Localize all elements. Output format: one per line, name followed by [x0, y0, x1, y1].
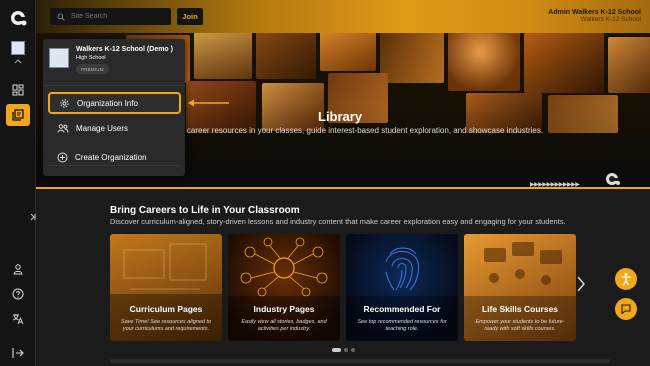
- card-industry-pages[interactable]: Industry Pages Easily view all stories, …: [228, 234, 340, 341]
- card-description: See top recommended resources for teachi…: [357, 319, 447, 332]
- users-icon: [57, 123, 69, 133]
- annotation-arrow-icon: [188, 99, 229, 107]
- carousel-next-icon[interactable]: [576, 275, 586, 293]
- card-title: Curriculum Pages: [129, 304, 203, 314]
- brand-logo-icon: [606, 173, 620, 185]
- card-description: Easily view all stories, badges, and act…: [241, 319, 327, 332]
- plus-circle-icon: [57, 152, 68, 162]
- app-logo-icon[interactable]: [6, 7, 30, 29]
- horizontal-scrollbar[interactable]: [110, 359, 610, 363]
- pager-dot[interactable]: [344, 348, 348, 352]
- page-subtitle: ign career resources in your classes, gu…: [174, 126, 544, 135]
- logout-icon[interactable]: [6, 342, 30, 364]
- page-title: Library: [318, 109, 363, 124]
- chat-button[interactable]: [615, 298, 637, 320]
- card-title: Life Skills Courses: [481, 304, 559, 314]
- admin-name: Admin Walkers K-12 School: [548, 9, 641, 16]
- card-recommended-for[interactable]: Recommended For See top recommended reso…: [346, 234, 458, 341]
- dashboard-icon[interactable]: [6, 79, 30, 101]
- plan-badge: PREMIUM: [76, 64, 109, 74]
- library-icon[interactable]: [6, 104, 30, 126]
- menu-item-create-organization[interactable]: Create Organization: [48, 146, 181, 168]
- school-level: High School: [76, 55, 106, 61]
- pager-dot[interactable]: [351, 348, 355, 352]
- search-box[interactable]: [50, 8, 171, 25]
- user-icon[interactable]: [6, 258, 30, 280]
- card-description: Empower your students to be future-ready…: [475, 319, 565, 332]
- section-subtitle: Discover curriculum-aligned, story-drive…: [110, 217, 566, 226]
- language-icon[interactable]: [6, 308, 30, 330]
- school-name: Walkers K-12 School (Demo ): [76, 46, 173, 53]
- top-header: Join Admin Walkers K-12 School Walkers K…: [36, 0, 650, 33]
- card-title: Industry Pages: [253, 304, 315, 314]
- school-logo: [49, 48, 69, 68]
- card-description: Save Time! See resources aligned to your…: [120, 319, 212, 332]
- chat-icon: [621, 304, 631, 315]
- menu-item-label: Organization Info: [77, 98, 138, 108]
- card-curriculum-pages[interactable]: Curriculum Pages Save Time! See resource…: [110, 234, 222, 341]
- accessibility-button[interactable]: [615, 268, 637, 290]
- help-icon[interactable]: [6, 283, 30, 305]
- organization-dropdown: Walkers K-12 School (Demo ) High School …: [43, 39, 185, 176]
- menu-item-label: Create Organization: [75, 152, 147, 162]
- pager-dot-active[interactable]: [332, 348, 341, 352]
- hero-accent-bar: [36, 187, 650, 189]
- accessibility-icon: [621, 273, 631, 286]
- chevron-up-icon[interactable]: [6, 54, 30, 68]
- card-life-skills-courses[interactable]: Life Skills Courses Empower your student…: [464, 234, 576, 341]
- sidebar: [0, 0, 36, 366]
- admin-school: Walkers K-12 School: [580, 16, 641, 23]
- join-button[interactable]: Join: [177, 8, 203, 25]
- gear-icon: [60, 98, 69, 108]
- menu-item-manage-users[interactable]: Manage Users: [48, 117, 181, 139]
- search-icon: [57, 12, 65, 21]
- carousel-pager: [332, 348, 355, 352]
- menu-item-label: Manage Users: [76, 123, 129, 133]
- admin-account[interactable]: Admin Walkers K-12 School Walkers K-12 S…: [548, 9, 641, 24]
- search-input[interactable]: [71, 13, 167, 20]
- menu-item-organization-info[interactable]: Organization Info: [48, 92, 181, 114]
- section-title: Bring Careers to Life in Your Classroom: [110, 205, 300, 216]
- main-content: Bring Careers to Life in Your Classroom …: [36, 191, 650, 366]
- card-title: Recommended For: [363, 304, 441, 314]
- dropdown-school-header[interactable]: Walkers K-12 School (Demo ) High School …: [43, 39, 185, 86]
